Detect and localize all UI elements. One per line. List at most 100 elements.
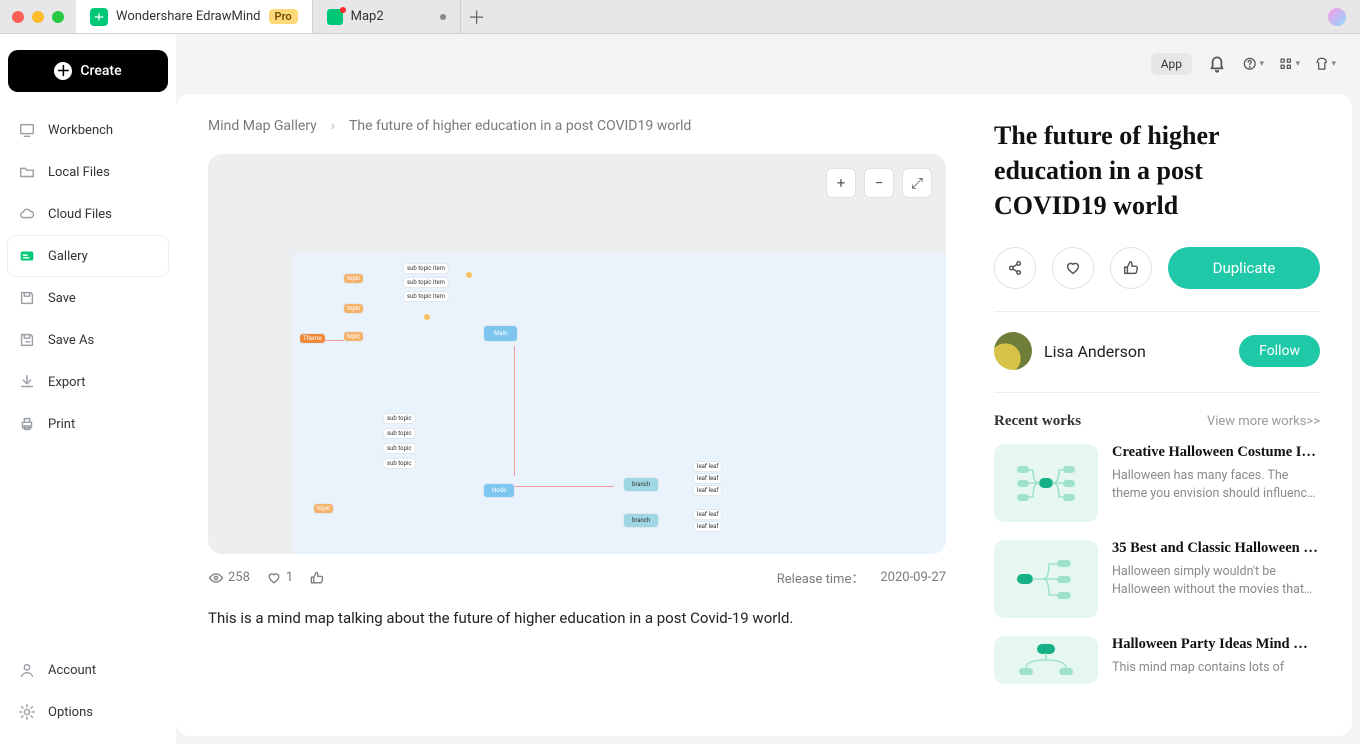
tab-label: Map2 [351,9,384,24]
plus-icon: ＋ [54,62,72,80]
add-tab-button[interactable]: ＋ [461,0,493,33]
close-window-button[interactable] [12,11,24,23]
workbench-icon [18,121,36,139]
view-more-link[interactable]: View more works>> [1207,414,1320,429]
document-icon [327,9,343,25]
app-chip[interactable]: App [1151,53,1192,75]
sidebar-item-label: Cloud Files [48,207,112,222]
divider [994,311,1320,312]
breadcrumb-current: The future of higher education in a post… [349,118,691,134]
views-stat: 258 [208,570,250,586]
share-icon [1006,259,1024,277]
page-title: The future of higher education in a post… [994,118,1320,223]
mindmap-preview[interactable]: + − ⤢ Theme topic topic topic sub topic … [208,154,946,554]
shirt-icon[interactable] [1314,53,1336,75]
work-title: Creative Halloween Costume I… [1112,444,1320,461]
work-title: 35 Best and Classic Halloween … [1112,540,1320,557]
sidebar-item-label: Print [48,417,75,432]
thumb-button[interactable] [309,570,325,586]
thumbs-up-icon [309,570,325,586]
release-date: 2020-09-27 [880,570,946,585]
work-desc: This mind map contains lots of [1112,659,1320,677]
apps-grid-icon[interactable] [1278,53,1300,75]
work-title: Halloween Party Ideas Mind … [1112,636,1320,653]
breadcrumb-root[interactable]: Mind Map Gallery [208,118,317,134]
zoom-in-button[interactable]: + [826,168,856,198]
duplicate-button[interactable]: Duplicate [1168,247,1320,289]
favorite-button[interactable] [1052,247,1094,289]
recent-work-item[interactable]: Halloween Party Ideas Mind … This mind m… [994,636,1320,684]
sidebar-item-label: Save As [48,333,94,348]
main-panel: Mind Map Gallery › The future of higher … [176,94,1352,736]
work-thumbnail [994,636,1098,684]
work-thumbnail [994,444,1098,522]
tab-app-home[interactable]: Wondershare EdrawMind Pro [76,0,313,33]
mindmap-thumb-icon [1011,635,1081,685]
tab-label: Wondershare EdrawMind [116,9,261,24]
stats-row: 258 1 Release time： 2020-09-27 [208,568,946,587]
sidebar-item-account[interactable]: Account [8,650,168,690]
bell-icon[interactable] [1206,53,1228,75]
sidebar-item-save-as[interactable]: Save As [8,320,168,360]
pro-badge: Pro [269,9,298,24]
sidebar-item-label: Options [48,705,93,720]
zoom-out-button[interactable]: − [864,168,894,198]
mindmap-thumb-icon [1011,458,1081,508]
author-name[interactable]: Lisa Anderson [1044,342,1227,361]
minimize-window-button[interactable] [32,11,44,23]
likes-stat: 1 [266,570,293,586]
window-controls [0,0,76,33]
recent-work-item[interactable]: Creative Halloween Costume I… Halloween … [994,444,1320,522]
export-icon [18,373,36,391]
work-desc: Halloween has many faces. The theme you … [1112,467,1320,503]
sidebar-item-label: Local Files [48,165,110,180]
author-avatar[interactable] [994,332,1032,370]
like-button[interactable] [1110,247,1152,289]
share-button[interactable] [994,247,1036,289]
views-count: 258 [228,570,250,585]
work-thumbnail [994,540,1098,618]
help-icon[interactable] [1242,53,1264,75]
follow-button[interactable]: Follow [1239,335,1320,367]
release-label: Release time： [777,568,865,587]
duplicate-label: Duplicate [1213,259,1276,277]
account-icon [18,661,36,679]
sidebar: ＋ Create Workbench Local Files Cloud Fil… [0,34,176,744]
mindmap-canvas: Theme topic topic topic sub topic item s… [294,254,946,554]
gear-icon [18,703,36,721]
sidebar-item-label: Workbench [48,123,113,138]
titlebar: Wondershare EdrawMind Pro Map2 ＋ [0,0,1360,34]
sidebar-item-local-files[interactable]: Local Files [8,152,168,192]
heart-icon [266,570,282,586]
heart-icon [1064,259,1082,277]
print-icon [18,415,36,433]
sidebar-item-workbench[interactable]: Workbench [8,110,168,150]
recent-works-heading: Recent works [994,413,1081,430]
sidebar-item-save[interactable]: Save [8,278,168,318]
sidebar-item-label: Gallery [48,249,88,264]
description: This is a mind map talking about the fut… [208,609,946,627]
chevron-right-icon: › [331,118,335,134]
app-logo-icon [90,8,108,26]
user-avatar[interactable] [1328,8,1346,26]
tab-map2[interactable]: Map2 [313,0,461,33]
sidebar-item-cloud-files[interactable]: Cloud Files [8,194,168,234]
divider [994,392,1320,393]
fullscreen-button[interactable]: ⤢ [902,168,932,198]
cloud-icon [18,205,36,223]
follow-label: Follow [1259,343,1300,359]
thumbs-up-icon [1122,259,1140,277]
recent-work-item[interactable]: 35 Best and Classic Halloween … Hallowee… [994,540,1320,618]
sidebar-item-label: Export [48,375,86,390]
sidebar-item-print[interactable]: Print [8,404,168,444]
top-toolbar: App [176,34,1352,94]
sidebar-item-export[interactable]: Export [8,362,168,402]
create-label: Create [80,63,121,79]
eye-icon [208,570,224,586]
content-area: App Mind Map Gallery › The future of hig… [176,34,1360,744]
sidebar-item-options[interactable]: Options [8,692,168,732]
sidebar-item-label: Account [48,663,96,678]
create-button[interactable]: ＋ Create [8,50,168,92]
maximize-window-button[interactable] [52,11,64,23]
sidebar-item-gallery[interactable]: Gallery [8,236,168,276]
